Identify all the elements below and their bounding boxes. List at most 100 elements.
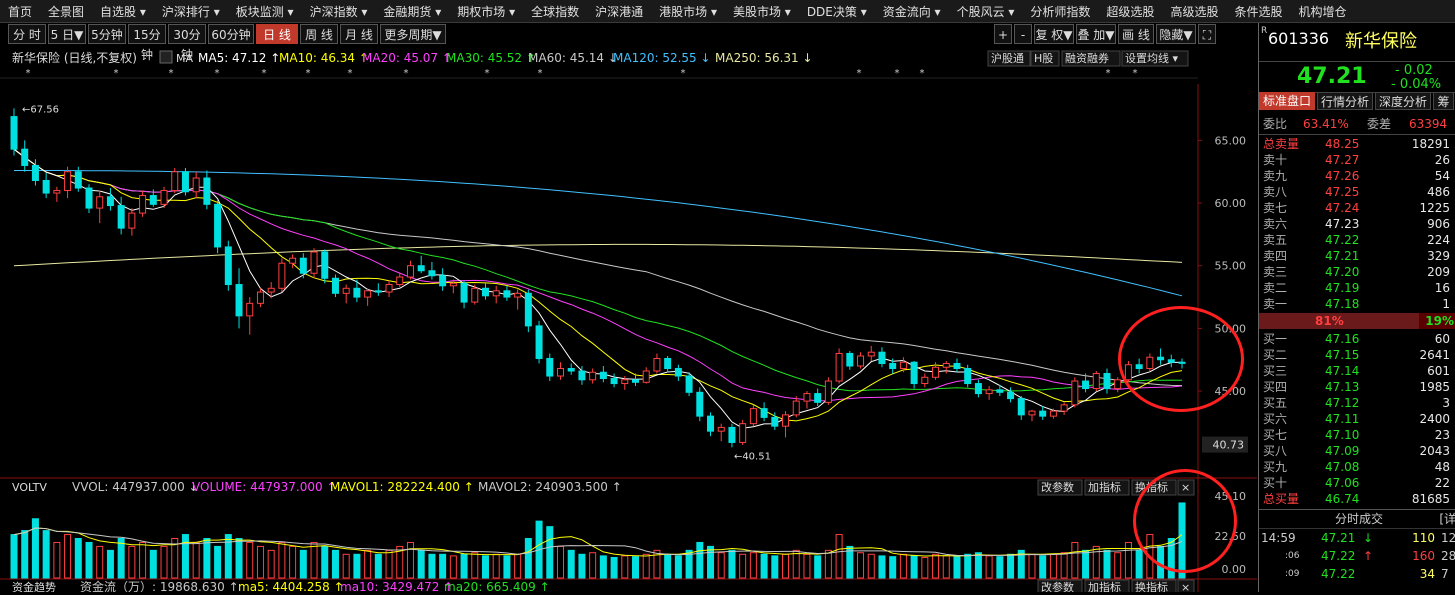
- ma-legend-6: MA250: 56.31 ↓: [715, 51, 813, 65]
- last-price-tag-label: 40.73: [1213, 439, 1245, 452]
- chart-tool-button-5[interactable]: 隐藏▼: [1156, 24, 1196, 44]
- event-star-icon[interactable]: *: [681, 68, 686, 79]
- event-star-icon[interactable]: *: [1106, 68, 1111, 79]
- candle-body: [256, 291, 264, 304]
- row-price: 47.26: [1325, 169, 1360, 183]
- menu-item-19[interactable]: 机构增仓: [1290, 3, 1354, 20]
- menu-item-5[interactable]: 沪深指数 ▾: [302, 3, 376, 20]
- period-button-1[interactable]: 5 日▼: [48, 24, 86, 44]
- menu-item-12[interactable]: DDE决策 ▾: [799, 3, 875, 20]
- event-star-icon[interactable]: *: [169, 68, 174, 79]
- event-star-icon[interactable]: *: [26, 68, 31, 79]
- menu-item-13[interactable]: 资金流向 ▾: [875, 3, 949, 20]
- menu-item-14[interactable]: 个股风云 ▾: [949, 3, 1023, 20]
- row-volume: 18291: [1411, 137, 1450, 151]
- high-price-label: ←67.56: [22, 104, 59, 115]
- menu-item-17[interactable]: 高级选股: [1162, 3, 1226, 20]
- chart-tool-button-3[interactable]: 叠 加▼: [1076, 24, 1116, 44]
- bid-row-1: 买二 47.15 2641: [1259, 347, 1455, 363]
- kline-chart[interactable]: 新华保险 (日线,不复权) MA MA5: 47.12 ↑MA10: 46.34 ↑…: [0, 48, 1257, 595]
- menu-item-3[interactable]: 沪深排行 ▾: [154, 3, 228, 20]
- menu-item-10[interactable]: 港股市场 ▾: [651, 3, 725, 20]
- menu-item-1[interactable]: 全景图: [40, 3, 92, 20]
- money-legend-3: ma20: 665.409 ↑: [444, 580, 550, 592]
- volume-bar: [792, 549, 800, 579]
- menu-item-16[interactable]: 超级选股: [1098, 3, 1162, 20]
- menu-item-8[interactable]: 全球指数: [523, 3, 587, 20]
- event-star-icon[interactable]: *: [262, 68, 267, 79]
- ask-row-2: 卖八 47.25 486: [1259, 184, 1455, 200]
- quote-tab-3[interactable]: 筹: [1433, 92, 1454, 110]
- period-button-6[interactable]: 日 线: [256, 24, 298, 44]
- candle-body: [824, 380, 832, 403]
- period-button-2[interactable]: 5分钟: [88, 24, 126, 44]
- volume-bar: [214, 545, 222, 579]
- ask-row-1: 卖九 47.26 54: [1259, 168, 1455, 184]
- trades-header[interactable]: 分时成交 [详: [1259, 509, 1455, 529]
- row-volume: 60: [1434, 332, 1450, 346]
- volume-bar: [1071, 541, 1079, 579]
- menu-item-11[interactable]: 美股市场 ▾: [725, 3, 799, 20]
- trades-more[interactable]: [详: [1439, 510, 1455, 528]
- kline-button-label-0: 沪股通: [991, 51, 1024, 65]
- event-star-icon[interactable]: *: [348, 68, 353, 79]
- period-button-4[interactable]: 30分钟: [168, 24, 206, 62]
- period-button-9[interactable]: 更多周期▼: [380, 24, 446, 44]
- chart-tool-button-6[interactable]: ⛶: [1198, 24, 1216, 44]
- event-star-icon[interactable]: *: [920, 68, 925, 79]
- candle-body: [685, 375, 693, 393]
- candle-body: [835, 352, 843, 382]
- volume-bar: [932, 553, 940, 579]
- quote-tab-2[interactable]: 深度分析: [1375, 92, 1431, 110]
- event-star-icon[interactable]: *: [1133, 68, 1138, 79]
- chart-tool-button-4[interactable]: 画 线: [1118, 24, 1154, 44]
- menu-item-15[interactable]: 分析师指数: [1022, 3, 1098, 20]
- volume-bar: [974, 552, 982, 579]
- event-star-icon[interactable]: *: [857, 68, 862, 79]
- row-price: 47.09: [1325, 444, 1360, 458]
- chart-tool-button-1[interactable]: -: [1014, 24, 1032, 44]
- menu-item-6[interactable]: 金融期货 ▾: [375, 3, 449, 20]
- period-button-0[interactable]: 分 时: [8, 24, 46, 44]
- volume-bar: [567, 549, 575, 579]
- candle-body: [181, 171, 189, 193]
- event-star-icon[interactable]: *: [485, 68, 490, 79]
- ma-legend-5: MA120: 52.55 ↓: [613, 51, 711, 65]
- period-button-7[interactable]: 周 线: [300, 24, 338, 44]
- candle-body: [1167, 359, 1175, 363]
- candle-body: [321, 251, 329, 279]
- event-star-icon[interactable]: *: [215, 68, 220, 79]
- chart-tool-button-2[interactable]: 复 权▼: [1034, 24, 1074, 44]
- bid-row-2: 买三 47.14 601: [1259, 363, 1455, 379]
- period-button-5[interactable]: 60分钟: [208, 24, 254, 44]
- ma-toggle-icon[interactable]: [159, 50, 173, 64]
- volume-bar: [1060, 552, 1068, 579]
- kline-button-label-1: H股: [1034, 52, 1053, 65]
- menu-item-9[interactable]: 沪深港通: [587, 3, 651, 20]
- period-button-3[interactable]: 15分钟: [128, 24, 166, 62]
- quote-tab-1[interactable]: 行情分析: [1317, 92, 1373, 110]
- menu-item-18[interactable]: 条件选股: [1226, 3, 1290, 20]
- menu-item-7[interactable]: 期权市场 ▾: [449, 3, 523, 20]
- row-label: 买八: [1263, 444, 1288, 458]
- candle-body: [1135, 364, 1143, 370]
- event-star-icon[interactable]: *: [404, 68, 409, 79]
- menu-item-4[interactable]: 板块监测 ▾: [228, 3, 302, 20]
- event-star-icon[interactable]: *: [895, 68, 900, 79]
- row-label: 卖七: [1263, 201, 1288, 215]
- chart-tool-button-0[interactable]: +: [994, 24, 1012, 44]
- bid-row-9: 买十 47.06 22: [1259, 475, 1455, 491]
- candle-body: [278, 262, 286, 289]
- menu-item-0[interactable]: 首页: [0, 3, 40, 20]
- event-star-icon[interactable]: *: [114, 68, 119, 79]
- row-price: 47.27: [1325, 153, 1360, 167]
- event-star-icon[interactable]: *: [538, 68, 543, 79]
- trade-row-2: :09 47.22 34 7: [1259, 565, 1455, 583]
- period-button-8[interactable]: 月 线: [340, 24, 378, 44]
- candle-body: [964, 368, 972, 385]
- candle-body: [1028, 410, 1036, 416]
- quote-tab-0[interactable]: 标准盘口: [1259, 92, 1315, 110]
- menu-item-2[interactable]: 自选股 ▾: [92, 3, 154, 20]
- event-star-icon[interactable]: *: [306, 68, 311, 79]
- ma-legend-2: MA20: 45.07 ↑: [362, 51, 452, 65]
